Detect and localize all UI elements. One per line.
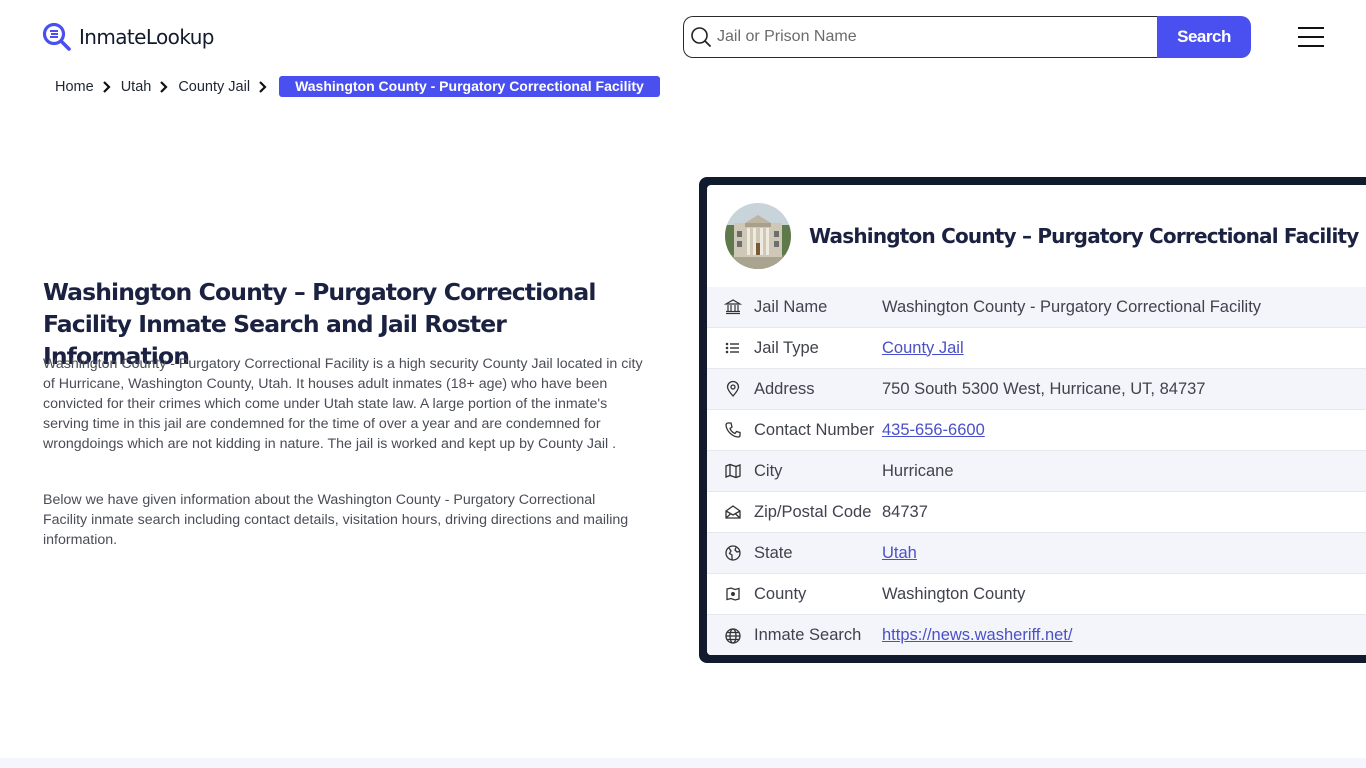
detail-row-state: State Utah <box>707 533 1366 574</box>
map-pin-icon <box>726 380 740 397</box>
list-icon <box>725 342 739 354</box>
detail-row-jail-type: Jail Type County Jail <box>707 328 1366 369</box>
jail-type-link[interactable]: County Jail <box>882 339 964 358</box>
detail-value: Washington County <box>882 584 1026 603</box>
map-icon <box>725 463 741 479</box>
info-paragraph: Below we have given information about th… <box>43 492 629 548</box>
mail-open-icon <box>725 505 741 519</box>
search-input[interactable] <box>717 28 1137 46</box>
menu-line <box>1298 27 1324 29</box>
phone-icon <box>725 422 741 438</box>
inmate-search-link[interactable]: https://news.washeriff.net/ <box>882 626 1072 645</box>
breadcrumb-utah[interactable]: Utah <box>121 79 152 95</box>
breadcrumb-county-jail[interactable]: County Jail <box>178 79 250 95</box>
detail-row-city: City Hurricane <box>707 451 1366 492</box>
chevron-right-icon <box>259 80 267 93</box>
facility-details-table: Jail Name Washington County - Purgatory … <box>707 287 1366 655</box>
search-icon <box>691 27 711 47</box>
detail-row-jail-name: Jail Name Washington County - Purgatory … <box>707 287 1366 328</box>
detail-row-zip: Zip/Postal Code 84737 <box>707 492 1366 533</box>
intro-paragraph: Washington County - Purgatory Correction… <box>43 356 643 452</box>
bank-icon <box>724 299 742 315</box>
detail-label: Jail Type <box>754 338 819 357</box>
logo[interactable]: InmateLookup <box>42 22 214 52</box>
menu-line <box>1298 36 1324 38</box>
detail-value: Hurricane <box>882 461 954 480</box>
phone-link[interactable]: 435-656-6600 <box>882 421 985 440</box>
detail-row-contact-number: Contact Number 435-656-6600 <box>707 410 1366 451</box>
search-button[interactable]: Search <box>1157 16 1251 58</box>
detail-label: Zip/Postal Code <box>754 502 872 521</box>
breadcrumb-home[interactable]: Home <box>55 79 94 95</box>
county-map-icon <box>726 587 740 601</box>
facility-photo <box>725 203 791 269</box>
logo-magnifier-icon <box>42 22 71 51</box>
hamburger-menu-icon[interactable] <box>1298 27 1324 47</box>
detail-label: City <box>754 461 783 480</box>
facility-card: Washington County – Purgatory Correction… <box>699 177 1366 663</box>
footer-band <box>0 758 1366 768</box>
detail-label: Contact Number <box>754 420 875 439</box>
globe-icon <box>725 627 741 644</box>
chevron-right-icon <box>102 80 111 93</box>
detail-row-county: County Washington County <box>707 574 1366 615</box>
detail-label: Inmate Search <box>754 626 862 644</box>
search-field[interactable] <box>683 16 1157 58</box>
detail-label: State <box>754 543 793 562</box>
search-bar: Search <box>683 16 1251 58</box>
detail-row-inmate-search: Inmate Search https://news.washeriff.net… <box>707 615 1366 655</box>
chevron-right-icon <box>160 80 168 93</box>
logo-text: InmateLookup <box>79 25 214 49</box>
breadcrumb: Home Utah County Jail Washington County … <box>55 76 660 97</box>
detail-value: 84737 <box>882 502 928 521</box>
detail-value: 750 South 5300 West, Hurricane, UT, 8473… <box>882 379 1206 398</box>
detail-label: Jail Name <box>754 297 828 316</box>
menu-line <box>1298 45 1324 47</box>
detail-row-address: Address 750 South 5300 West, Hurricane, … <box>707 369 1366 410</box>
facility-card-title: Washington County – Purgatory Correction… <box>809 224 1359 248</box>
detail-label: County <box>754 584 807 603</box>
breadcrumb-current: Washington County - Purgatory Correction… <box>279 76 660 97</box>
facility-card-body: Washington County – Purgatory Correction… <box>707 185 1366 655</box>
facility-card-header: Washington County – Purgatory Correction… <box>707 185 1366 287</box>
detail-value: Washington County - Purgatory Correction… <box>882 297 1262 316</box>
state-link[interactable]: Utah <box>882 544 917 563</box>
detail-label: Address <box>754 379 815 398</box>
globe-region-icon <box>725 545 741 561</box>
